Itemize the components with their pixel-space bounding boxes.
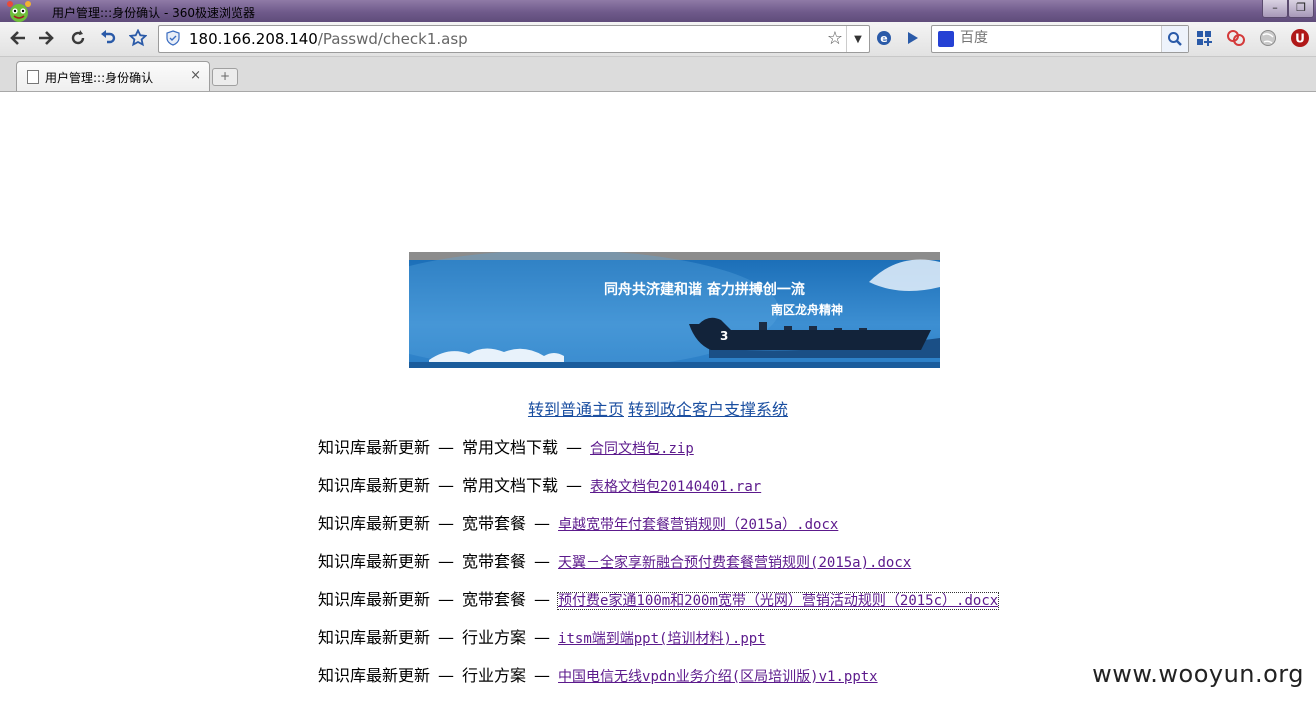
kb-prefix: 知识库最新更新 <box>318 552 431 571</box>
apps-icon <box>1197 31 1212 46</box>
kb-file-link[interactable]: 天翼－全家享新融合预付费套餐营销规则(2015a).docx <box>558 555 911 571</box>
page-icon <box>27 70 39 84</box>
kb-category: 行业方案 <box>462 666 527 685</box>
separator: — <box>438 628 455 647</box>
apps-button[interactable] <box>1192 26 1216 50</box>
kb-prefix: 知识库最新更新 <box>318 590 431 609</box>
separator: — <box>534 552 551 571</box>
separator: — <box>438 438 455 457</box>
separator: — <box>438 476 455 495</box>
list-item: 知识库最新更新 — 宽带套餐 — 卓越宽带年付套餐营销规则（2015a）.docx <box>318 510 998 548</box>
kb-prefix: 知识库最新更新 <box>318 666 431 685</box>
reload-button[interactable] <box>66 26 90 50</box>
baidu-paw-icon <box>938 31 954 47</box>
kb-file-link[interactable]: 预付费e家通100m和200m宽带（光网）营销活动规则（2015c）.docx <box>557 592 1000 610</box>
kb-file-link[interactable]: 表格文档包20140401.rar <box>590 479 761 495</box>
browser-toolbar: 180.166.208.140/Passwd/check1.asp ☆ ▼ e … <box>0 22 1316 57</box>
url-path: /Passwd/check1.asp <box>317 30 468 48</box>
tab-strip: 用户管理:::身份确认 × + <box>0 57 1316 92</box>
window-title: 用户管理:::身份确认 - 360极速浏览器 <box>52 6 255 20</box>
undo-close-button[interactable] <box>96 26 120 50</box>
user-button[interactable]: U <box>1288 26 1312 50</box>
bookmark-star-icon <box>129 29 147 47</box>
search-icon <box>1168 32 1182 46</box>
new-tab-button[interactable]: + <box>212 68 238 86</box>
minimize-button[interactable]: – <box>1262 0 1288 18</box>
banner-subtitle: 南区龙舟精神 <box>771 302 843 317</box>
kb-category: 行业方案 <box>462 628 527 647</box>
list-item: 知识库最新更新 — 常用文档下载 — 合同文档包.zip <box>318 434 998 472</box>
list-item: 知识库最新更新 — 行业方案 — itsm端到端ppt(培训材料).ppt <box>318 624 998 662</box>
kb-file-link[interactable]: 合同文档包.zip <box>590 441 694 457</box>
kb-category: 常用文档下载 <box>462 438 559 457</box>
separator: — <box>438 514 455 533</box>
favorites-button[interactable] <box>126 26 150 50</box>
restore-button[interactable]: ❐ <box>1288 0 1314 18</box>
svg-text:e: e <box>880 32 887 45</box>
list-item: 知识库最新更新 — 宽带套餐 — 预付费e家通100m和200m宽带（光网）营销活动规则… <box>318 586 1000 624</box>
separator: — <box>534 628 551 647</box>
tab-title: 用户管理:::身份确认 <box>45 71 154 85</box>
back-button[interactable] <box>6 26 30 50</box>
boat-number: 3 <box>720 329 728 343</box>
address-dropdown-icon[interactable]: ▼ <box>846 26 869 52</box>
search-button[interactable] <box>1161 26 1188 52</box>
kb-category: 宽带套餐 <box>462 552 527 571</box>
url-host: 180.166.208.140 <box>189 30 318 48</box>
kb-prefix: 知识库最新更新 <box>318 438 431 457</box>
security-shield-icon <box>166 30 180 46</box>
close-tab-icon[interactable]: × <box>190 68 201 83</box>
banner-slogan: 同舟共济建和谐 奋力拼搏创一流 <box>604 281 805 298</box>
address-bar[interactable]: 180.166.208.140/Passwd/check1.asp ☆ ▼ <box>158 25 870 53</box>
kb-category: 宽带套餐 <box>462 590 527 609</box>
list-item: 知识库最新更新 — 行业方案 — 中国电信无线vpdn业务介绍(区局培训版)v1.ppt… <box>318 662 998 700</box>
kb-prefix: 知识库最新更新 <box>318 476 431 495</box>
extension-icon <box>1227 30 1245 46</box>
kb-file-link[interactable]: 中国电信无线vpdn业务介绍(区局培训版)v1.pptx <box>558 669 878 685</box>
kb-category: 常用文档下载 <box>462 476 559 495</box>
separator: — <box>534 666 551 685</box>
separator: — <box>566 476 583 495</box>
link-gov-enterprise-support[interactable]: 转到政企客户支撑系统 <box>628 402 788 419</box>
forward-icon <box>39 31 54 45</box>
list-item: 知识库最新更新 — 宽带套餐 — 天翼－全家享新融合预付费套餐营销规则(2015a).d… <box>318 548 998 586</box>
search-input[interactable] <box>960 29 1150 47</box>
separator: — <box>534 590 551 609</box>
window-title-bar: 用户管理:::身份确认 - 360极速浏览器 – ❐ <box>0 0 1316 22</box>
forward-button[interactable] <box>34 26 58 50</box>
globe-button[interactable] <box>1256 26 1280 50</box>
tab-user-management[interactable]: 用户管理:::身份确认 × <box>16 61 210 91</box>
reload-icon <box>71 30 85 45</box>
kb-file-link[interactable]: itsm端到端ppt(培训材料).ppt <box>558 631 766 647</box>
ie-mode-button[interactable]: e <box>872 26 896 50</box>
undo-icon <box>101 30 116 44</box>
kb-prefix: 知识库最新更新 <box>318 628 431 647</box>
kb-prefix: 知识库最新更新 <box>318 514 431 533</box>
separator: — <box>566 438 583 457</box>
kb-category: 宽带套餐 <box>462 514 527 533</box>
back-icon <box>10 31 25 45</box>
search-box[interactable] <box>931 25 1189 53</box>
url-text[interactable]: 180.166.208.140/Passwd/check1.asp <box>189 30 468 48</box>
svg-text:U: U <box>1295 32 1305 46</box>
bookmark-page-icon[interactable]: ☆ <box>827 28 843 49</box>
kb-file-link[interactable]: 卓越宽带年付套餐营销规则（2015a）.docx <box>558 517 838 533</box>
play-icon <box>908 32 918 44</box>
list-item: 知识库最新更新 — 常用文档下载 — 表格文档包20140401.rar <box>318 472 998 510</box>
separator: — <box>534 514 551 533</box>
extension-button[interactable] <box>1224 26 1248 50</box>
globe-icon <box>1260 30 1276 46</box>
play-button[interactable] <box>900 26 924 50</box>
browser-logo-icon <box>7 1 31 22</box>
quick-links: 转到普通主页 转到政企客户支撑系统 <box>0 396 1316 420</box>
user-u-icon: U <box>1291 29 1309 47</box>
ie-mode-icon: e <box>877 31 891 45</box>
separator: — <box>438 552 455 571</box>
watermark: www.wooyun.org <box>1088 660 1308 688</box>
separator: — <box>438 590 455 609</box>
kb-update-list: 知识库最新更新 — 常用文档下载 — 合同文档包.zip 知识库最新更新 — 常用文档下载 —… <box>318 434 1000 700</box>
separator: — <box>438 666 455 685</box>
dragon-boat-banner: 3 同舟共济建和谐 奋力拼搏创一流 南区龙舟精神 <box>409 252 940 368</box>
link-normal-home[interactable]: 转到普通主页 <box>528 402 624 419</box>
